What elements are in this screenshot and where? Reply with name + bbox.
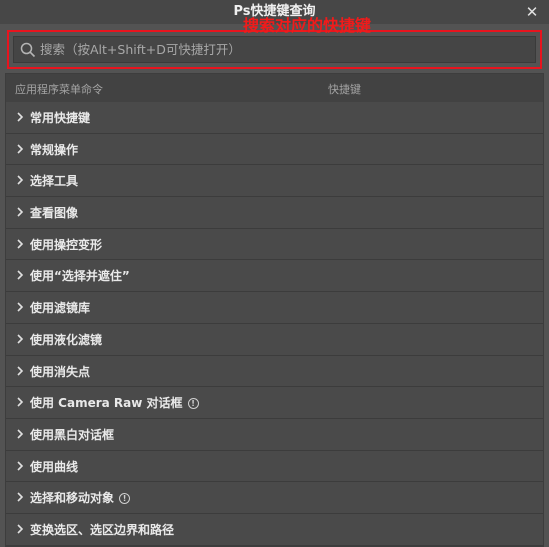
row-label: 使用液化滤镜 (30, 332, 103, 347)
annotation-text: 搜索对应的快捷键 (243, 16, 372, 35)
column-header-shortcut: 快捷键 (328, 83, 361, 96)
table-rows: 常用快捷键常规操作选择工具查看图像使用操控变形使用“选择并遮住” 使用滤镜库使用液… (6, 102, 543, 546)
table-row[interactable]: 使用液化滤镜 (6, 324, 543, 356)
chevron-right-icon (17, 365, 24, 376)
row-label: 使用黑白对话框 (30, 427, 115, 442)
table-row[interactable]: 使用 Camera Raw 对话框! (6, 387, 543, 419)
table-row[interactable]: 查看图像 (6, 197, 543, 229)
search-input[interactable] (40, 39, 530, 60)
search-box[interactable] (13, 36, 536, 63)
row-label: 使用“选择并遮住” (30, 269, 130, 284)
chevron-right-icon (17, 460, 24, 471)
chevron-right-icon (17, 270, 24, 281)
table-row[interactable]: 使用滤镜库 (6, 292, 543, 324)
row-label: 查看图像 (30, 206, 79, 221)
table-row[interactable]: 使用曲线 (6, 451, 543, 483)
row-label: 常用快捷键 (30, 111, 91, 125)
chevron-right-icon (17, 302, 24, 312)
table-row[interactable]: 变换选区、选区边界和路径 (6, 514, 543, 546)
table-row[interactable]: 使用操控变形 (6, 229, 543, 261)
chevron-right-icon (17, 207, 24, 217)
shortcut-table: 应用程序菜单命令 快捷键 常用快捷键常规操作选择工具查看图像使用操控变形使用“选… (5, 73, 544, 547)
chevron-right-icon (17, 429, 24, 439)
table-row[interactable]: 选择和移动对象! (6, 482, 543, 514)
chevron-right-icon (17, 397, 24, 407)
close-icon[interactable]: ✕ (523, 2, 541, 22)
row-label: 使用操控变形 (30, 237, 103, 252)
info-icon[interactable]: ! (187, 398, 199, 410)
chevron-right-icon (17, 175, 24, 185)
column-header-command: 应用程序菜单命令 (15, 83, 103, 96)
chevron-right-icon (17, 112, 24, 122)
search-icon (20, 42, 36, 58)
row-label: 使用消失点 (30, 364, 91, 379)
table-row[interactable]: 使用“选择并遮住” (6, 260, 543, 293)
row-label: 选择工具 (30, 174, 79, 189)
table-header: 应用程序菜单命令 快捷键 (6, 74, 543, 102)
table-row[interactable]: 常规操作 (6, 134, 543, 166)
chevron-right-icon (17, 524, 24, 534)
chevron-right-icon (17, 492, 24, 502)
row-label: 常规操作 (30, 142, 79, 157)
row-label: 使用曲线 (30, 459, 79, 474)
chevron-right-icon (17, 334, 24, 344)
row-label: 使用滤镜库 (30, 301, 91, 316)
table-row[interactable]: 使用消失点 (6, 356, 543, 388)
row-label: 选择和移动对象! (30, 489, 131, 506)
table-row[interactable]: 选择工具 (6, 165, 543, 198)
info-icon[interactable]: ! (119, 493, 131, 505)
table-row[interactable]: 常用快捷键 (6, 102, 543, 134)
table-row[interactable]: 使用黑白对话框 (6, 419, 543, 451)
chevron-right-icon (17, 239, 24, 249)
row-label: 使用 Camera Raw 对话框! (30, 394, 199, 411)
chevron-right-icon (17, 144, 24, 154)
row-label: 变换选区、选区边界和路径 (30, 522, 175, 537)
